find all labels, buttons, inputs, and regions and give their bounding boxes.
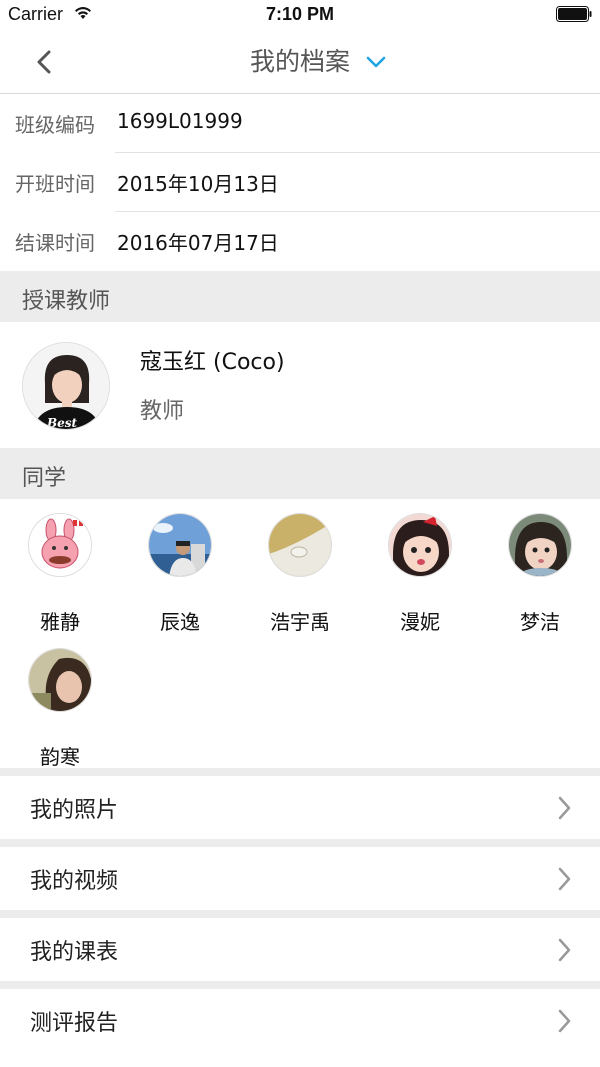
info-value: 2015年10月13日 (117, 172, 279, 196)
menu-item-label: 我的课表 (30, 940, 119, 965)
chevron-right-icon (558, 796, 571, 820)
classmate-name: 浩宇禹 (270, 610, 330, 634)
chevron-right-icon (558, 938, 571, 962)
classmate-name: 漫妮 (400, 610, 440, 634)
teacher-name: 寇玉红 (Coco) (140, 350, 285, 375)
classmate-name: 梦洁 (520, 610, 560, 634)
classmates-grid: 雅静 辰逸 浩宇禹 漫妮 梦洁 韵寒 (0, 499, 600, 769)
section-header-classmates: 同学 (0, 448, 600, 499)
nav-bar: 我的档案 (0, 30, 600, 94)
classmate-item[interactable]: 浩宇禹 (240, 499, 360, 634)
battery-icon (556, 6, 592, 22)
menu-item-assessment-report[interactable]: 测评报告 (0, 981, 600, 1043)
info-row-start-date: 开班时间 2015年10月13日 (0, 153, 600, 212)
info-label: 班级编码 (15, 113, 95, 137)
info-value: 1699L01999 (117, 109, 243, 133)
info-row-end-date: 结课时间 2016年07月17日 (0, 212, 600, 271)
info-label: 结课时间 (15, 231, 95, 255)
page-title: 我的档案 (249, 47, 350, 76)
classmate-item[interactable]: 梦洁 (480, 499, 600, 634)
section-title: 同学 (22, 466, 67, 491)
classmate-avatar (508, 513, 572, 577)
chevron-down-icon (366, 56, 386, 68)
menu-item-my-schedule[interactable]: 我的课表 (0, 910, 600, 972)
menu-item-label: 我的视频 (30, 869, 119, 894)
classmate-name: 辰逸 (160, 610, 200, 634)
teacher-role: 教师 (140, 399, 185, 424)
section-title: 授课教师 (22, 289, 111, 314)
classmate-item[interactable]: 辰逸 (120, 499, 240, 634)
classmate-avatar (388, 513, 452, 577)
menu-item-my-videos[interactable]: 我的视频 (0, 839, 600, 901)
menu-item-label: 我的照片 (30, 798, 119, 823)
teacher-card[interactable]: Best 寇玉红 (Coco) 教师 (0, 322, 600, 448)
teacher-avatar: Best (22, 342, 110, 430)
svg-text:Best: Best (46, 416, 78, 430)
classmate-item[interactable]: 雅静 (0, 499, 120, 634)
info-row-class-code: 班级编码 1699L01999 (0, 94, 600, 153)
profile-dropdown-button[interactable] (362, 48, 390, 76)
chevron-right-icon (558, 1009, 571, 1033)
classmate-avatar (28, 648, 92, 712)
classmate-item[interactable]: 韵寒 (0, 634, 120, 769)
menu-item-label: 测评报告 (30, 1011, 119, 1036)
chevron-right-icon (558, 867, 571, 891)
nav-title-wrap: 我的档案 (0, 44, 600, 80)
classmate-avatar (148, 513, 212, 577)
info-label: 开班时间 (15, 172, 95, 196)
classmate-avatar (28, 513, 92, 577)
classmate-avatar (268, 513, 332, 577)
status-bar: Carrier 7:10 PM (0, 0, 600, 30)
info-value: 2016年07月17日 (117, 231, 279, 255)
class-info-list: 班级编码 1699L01999 开班时间 2015年10月13日 结课时间 20… (0, 94, 600, 271)
classmate-name: 韵寒 (40, 745, 80, 769)
section-header-teacher: 授课教师 (0, 271, 600, 322)
classmate-name: 雅静 (40, 610, 80, 634)
classmate-item[interactable]: 漫妮 (360, 499, 480, 634)
status-time: 7:10 PM (265, 4, 335, 24)
menu-item-my-photos[interactable]: 我的照片 (0, 768, 600, 830)
